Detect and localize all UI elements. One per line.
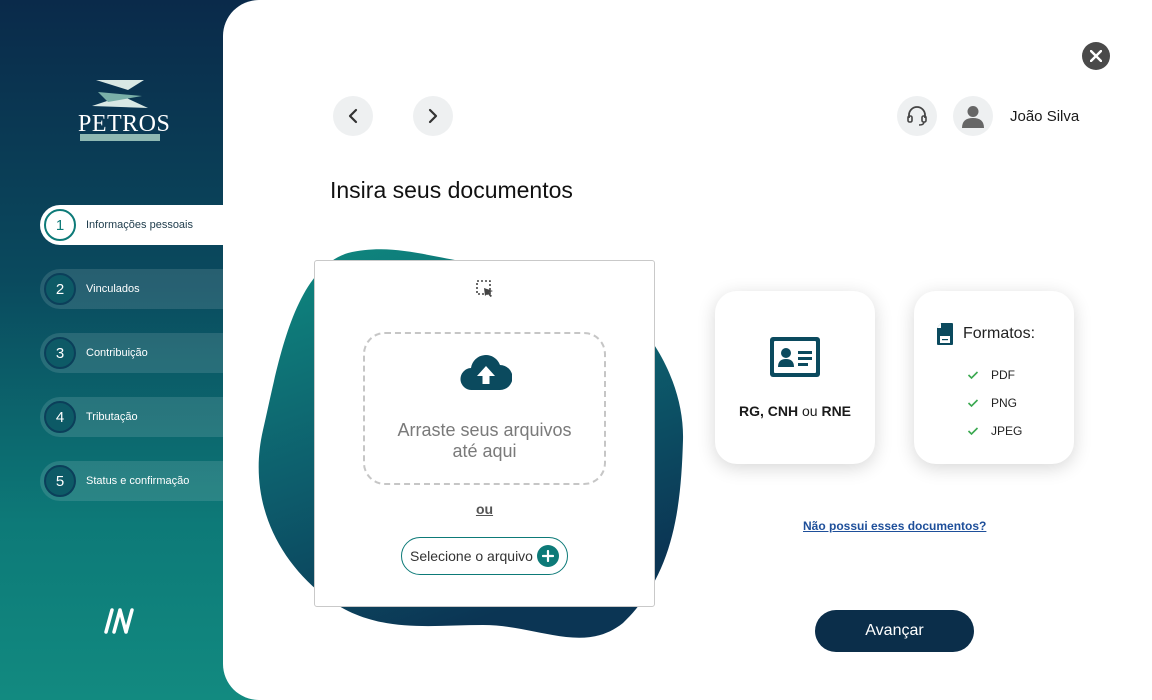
doc-rne: RNE xyxy=(821,403,852,419)
step-contribuicao[interactable]: 3 Contribuição xyxy=(40,333,223,373)
dropzone[interactable]: Arraste seus arquivos até aqui xyxy=(363,332,606,485)
step-label: Status e confirmação xyxy=(86,475,190,487)
format-label: PNG xyxy=(991,396,1018,410)
step-informacoes-pessoais[interactable]: 1 Informações pessoais xyxy=(40,205,223,245)
format-label: PDF xyxy=(991,368,1015,382)
step-number: 5 xyxy=(44,465,76,497)
step-label: Contribuição xyxy=(86,347,148,359)
cloud-upload-icon xyxy=(460,355,512,391)
doc-connector: ou xyxy=(801,403,818,419)
check-icon xyxy=(967,399,979,408)
avatar[interactable] xyxy=(953,96,993,136)
id-card-icon xyxy=(770,337,820,377)
check-icon xyxy=(967,371,979,380)
check-icon xyxy=(967,427,979,436)
plus-icon xyxy=(537,545,559,567)
accepted-documents-text: RG, CNH ou RNE xyxy=(715,403,875,419)
format-label: JPEG xyxy=(991,424,1023,438)
chevron-right-icon xyxy=(428,108,438,124)
main-panel: João Silva Insira seus documentos Arrast… xyxy=(223,0,1152,700)
step-number: 4 xyxy=(44,401,76,433)
page-title: Insira seus documentos xyxy=(330,177,573,203)
next-button[interactable]: Avançar xyxy=(815,610,974,652)
logo-bar xyxy=(80,134,160,141)
list-item: JPEG xyxy=(967,417,1022,445)
doc-rg: RG, xyxy=(738,403,764,419)
accepted-documents-card: RG, CNH ou RNE xyxy=(715,291,875,464)
step-number: 3 xyxy=(44,337,76,369)
stepper: 1 Informações pessoais 2 Vinculados 3 Co… xyxy=(40,205,223,525)
list-item: PNG xyxy=(967,389,1022,417)
or-separator: ou xyxy=(475,501,494,517)
close-icon xyxy=(1090,50,1102,62)
close-button[interactable] xyxy=(1082,42,1110,70)
list-item: PDF xyxy=(967,361,1022,389)
user-icon xyxy=(962,106,984,128)
step-label: Vinculados xyxy=(86,283,140,295)
step-tributacao[interactable]: 4 Tributação xyxy=(40,397,223,437)
formats-card: Formatos: PDF PNG JPEG xyxy=(914,291,1074,464)
no-documents-link[interactable]: Não possui esses documentos? xyxy=(803,519,986,533)
chevron-left-icon xyxy=(348,108,358,124)
step-vinculados[interactable]: 2 Vinculados xyxy=(40,269,223,309)
step-number: 1 xyxy=(44,209,76,241)
logo-mark-icon xyxy=(92,80,148,108)
document-icon xyxy=(937,323,953,345)
forward-button[interactable] xyxy=(413,96,453,136)
user-name: João Silva xyxy=(1010,108,1080,125)
support-button[interactable] xyxy=(897,96,937,136)
doc-cnh: CNH xyxy=(767,403,799,419)
brand-mark-icon xyxy=(104,608,134,634)
dropzone-text: Arraste seus arquivos até aqui xyxy=(365,420,604,462)
select-file-button-label: Selecione o arquivo xyxy=(410,548,533,564)
petros-logo: PETROS xyxy=(78,78,170,144)
step-number: 2 xyxy=(44,273,76,305)
select-area-icon xyxy=(476,280,493,297)
step-label: Tributação xyxy=(86,411,138,423)
dropzone-text-line2: até aqui xyxy=(452,441,517,461)
upload-card: Arraste seus arquivos até aqui ou Seleci… xyxy=(314,260,655,607)
step-label: Informações pessoais xyxy=(86,219,193,231)
sidebar: PETROS 1 Informações pessoais 2 Vinculad… xyxy=(0,0,240,700)
step-status-confirmacao[interactable]: 5 Status e confirmação xyxy=(40,461,223,501)
formats-header: Formatos: xyxy=(936,322,1035,346)
headset-icon xyxy=(907,106,927,126)
formats-list: PDF PNG JPEG xyxy=(967,361,1022,445)
formats-title: Formatos: xyxy=(963,325,1036,342)
select-file-button[interactable]: Selecione o arquivo xyxy=(401,537,568,575)
back-button[interactable] xyxy=(333,96,373,136)
dropzone-text-line1: Arraste seus arquivos xyxy=(397,420,572,440)
